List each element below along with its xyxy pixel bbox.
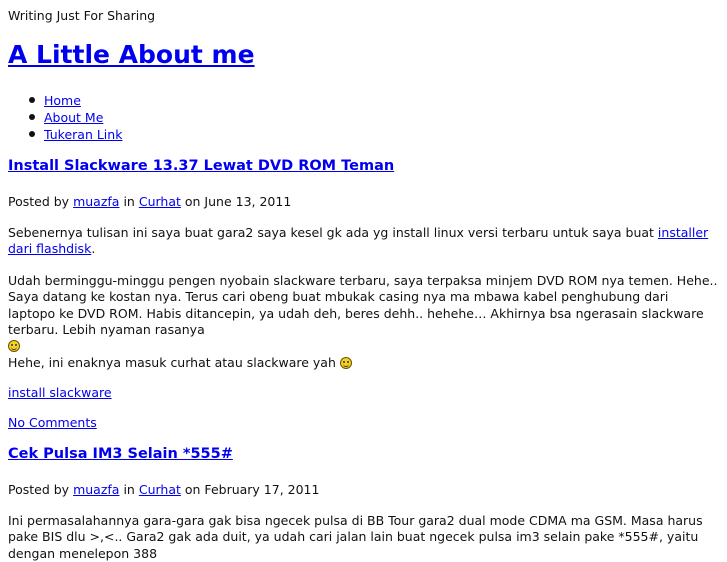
- post-tags: install slackware: [8, 385, 112, 400]
- post-paragraph: Udah berminggu-minggu pengen nyobain sla…: [8, 273, 718, 354]
- in-label: in: [123, 194, 135, 209]
- nav-item-home: Home: [28, 92, 122, 109]
- site-title-link[interactable]: A Little About me: [8, 40, 255, 69]
- post-title: Install Slackware 13.37 Lewat DVD ROM Te…: [8, 158, 394, 174]
- paragraph-text: Udah berminggu-minggu pengen nyobain sla…: [8, 273, 718, 337]
- category-link[interactable]: Curhat: [139, 194, 181, 209]
- nav-item-about-me: About Me: [28, 109, 122, 126]
- post-title-link[interactable]: Install Slackware 13.37 Lewat DVD ROM Te…: [8, 158, 394, 174]
- post-title-link[interactable]: Cek Pulsa IM3 Selain *555#: [8, 446, 233, 462]
- paragraph-text: Hehe, ini enaknya masuk curhat atau slac…: [8, 355, 336, 370]
- in-label: in: [123, 482, 135, 497]
- posted-by-label: Posted by: [8, 482, 70, 497]
- post-paragraph: Sebenernya tulisan ini saya buat gara2 s…: [8, 225, 718, 258]
- main-nav: Home About Me Tukeran Link: [8, 92, 122, 143]
- post-paragraph: Hehe, ini enaknya masuk curhat atau slac…: [8, 355, 352, 370]
- post-meta: Posted by muazfa in Curhat on June 13, 2…: [8, 194, 291, 209]
- grin-smiley-icon: [339, 357, 352, 369]
- paragraph-text: Sebenernya tulisan ini saya buat gara2 s…: [8, 225, 658, 240]
- author-link[interactable]: muazfa: [73, 194, 119, 209]
- post-paragraph: Ini permasalahannya gara-gara gak bisa n…: [8, 513, 718, 562]
- category-link[interactable]: Curhat: [139, 482, 181, 497]
- nav-link-tukeran-link[interactable]: Tukeran Link: [44, 127, 122, 142]
- posted-by-label: Posted by: [8, 194, 70, 209]
- post-comments: No Comments: [8, 415, 97, 430]
- post-date: on June 13, 2011: [184, 194, 292, 209]
- nav-link-about-me[interactable]: About Me: [44, 110, 103, 125]
- post-title: Cek Pulsa IM3 Selain *555#: [8, 446, 233, 462]
- paragraph-text: Ini permasalahannya gara-gara gak bisa n…: [8, 513, 703, 561]
- smiley-icon: [8, 340, 20, 353]
- post-date: on February 17, 2011: [184, 482, 320, 497]
- tag-link[interactable]: install slackware: [8, 385, 112, 400]
- paragraph-end: .: [91, 241, 96, 257]
- site-tagline: Writing Just For Sharing: [8, 8, 156, 23]
- nav-link-home[interactable]: Home: [44, 93, 81, 108]
- author-link[interactable]: muazfa: [73, 482, 119, 497]
- nav-item-tukeran-link: Tukeran Link: [28, 126, 122, 143]
- post-meta: Posted by muazfa in Curhat on February 1…: [8, 482, 319, 497]
- site-title: A Little About me: [8, 40, 255, 69]
- comments-link[interactable]: No Comments: [8, 415, 97, 430]
